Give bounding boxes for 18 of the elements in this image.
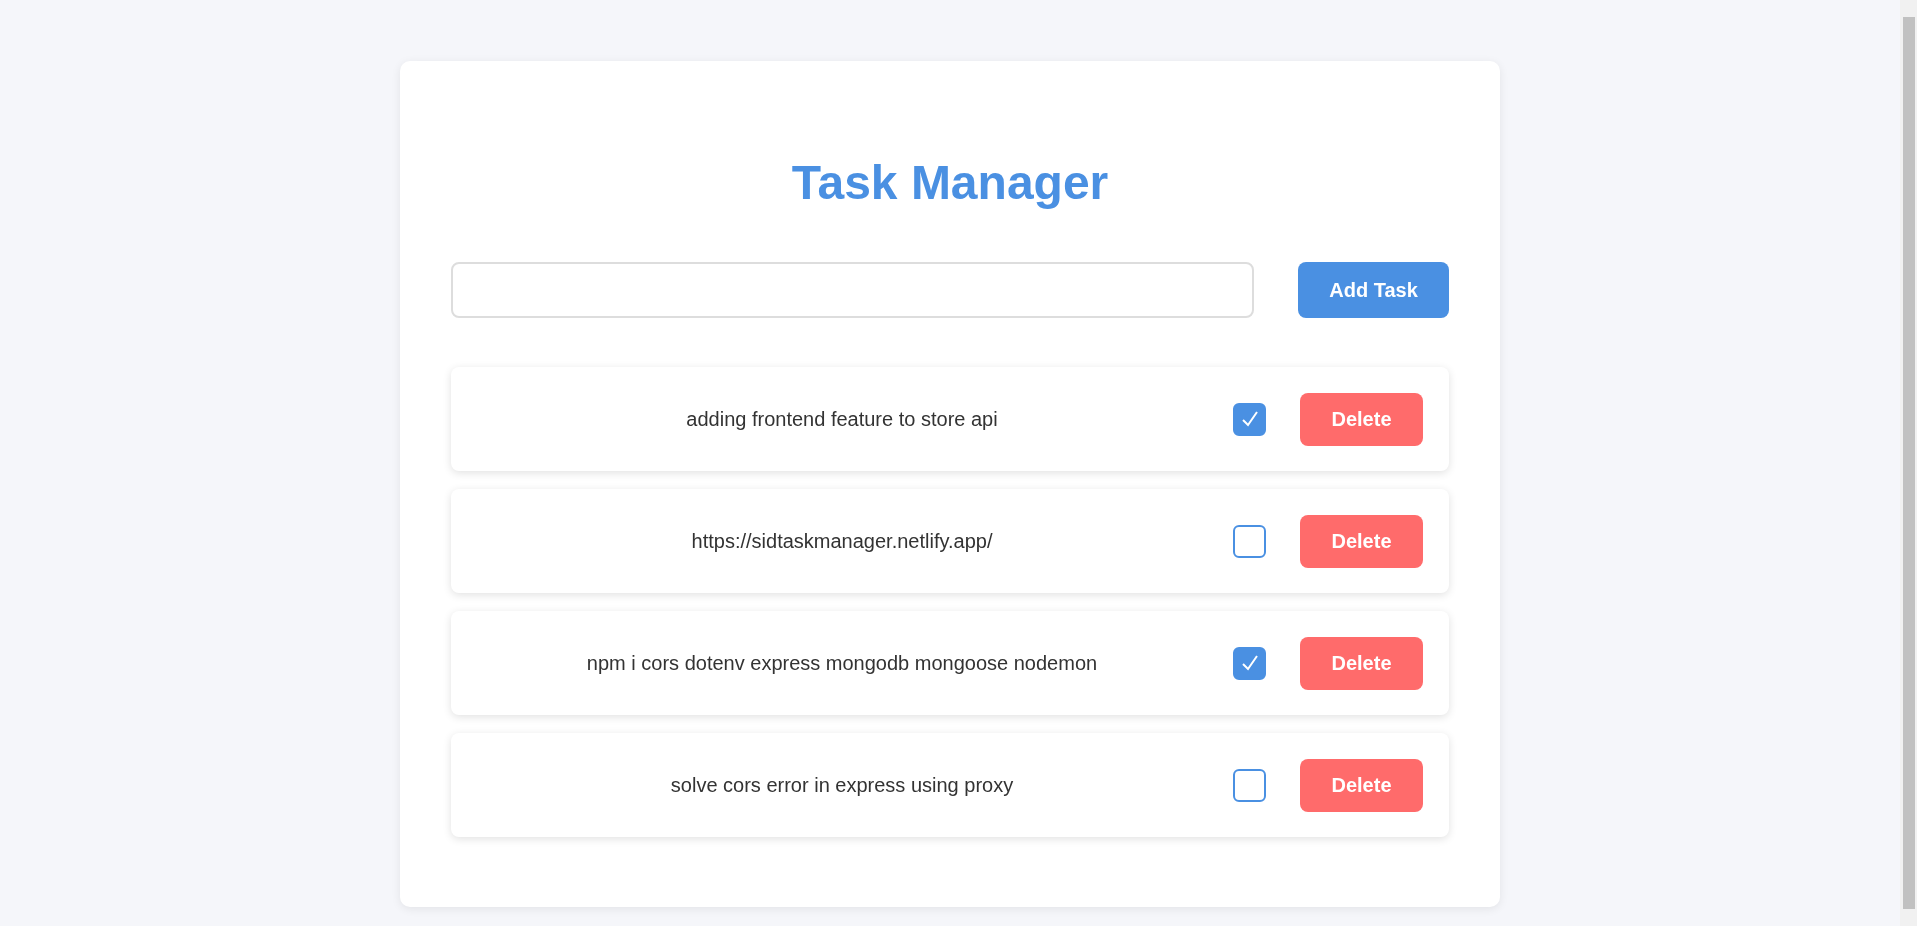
- checkbox[interactable]: [1233, 402, 1266, 436]
- app-title: Task Manager: [790, 155, 1110, 211]
- delete-button[interactable]: Delete: [1300, 392, 1423, 446]
- checkbox[interactable]: [1233, 768, 1266, 802]
- task-input-field[interactable]: [451, 262, 1254, 318]
- scrollbar[interactable]: [1900, 0, 1917, 926]
- checkbox[interactable]: [1233, 646, 1266, 680]
- delete-button[interactable]: Delete: [1300, 636, 1423, 690]
- task-text: https://sidtaskmanager.netlify.app/: [691, 529, 993, 553]
- delete-button[interactable]: Delete: [1300, 514, 1423, 568]
- delete-button[interactable]: Delete: [1300, 758, 1423, 812]
- task-text: npm i cors dotenv express mongodb mongoose nodemon: [586, 651, 1098, 675]
- check-icon: [1239, 409, 1260, 429]
- task-text: adding frontend feature to store api: [686, 407, 998, 431]
- check-icon: [1239, 653, 1260, 673]
- checkbox[interactable]: [1233, 524, 1266, 558]
- task-text: solve cors error in express using proxy: [670, 773, 1014, 797]
- add-task-button[interactable]: Add Task: [1298, 262, 1449, 318]
